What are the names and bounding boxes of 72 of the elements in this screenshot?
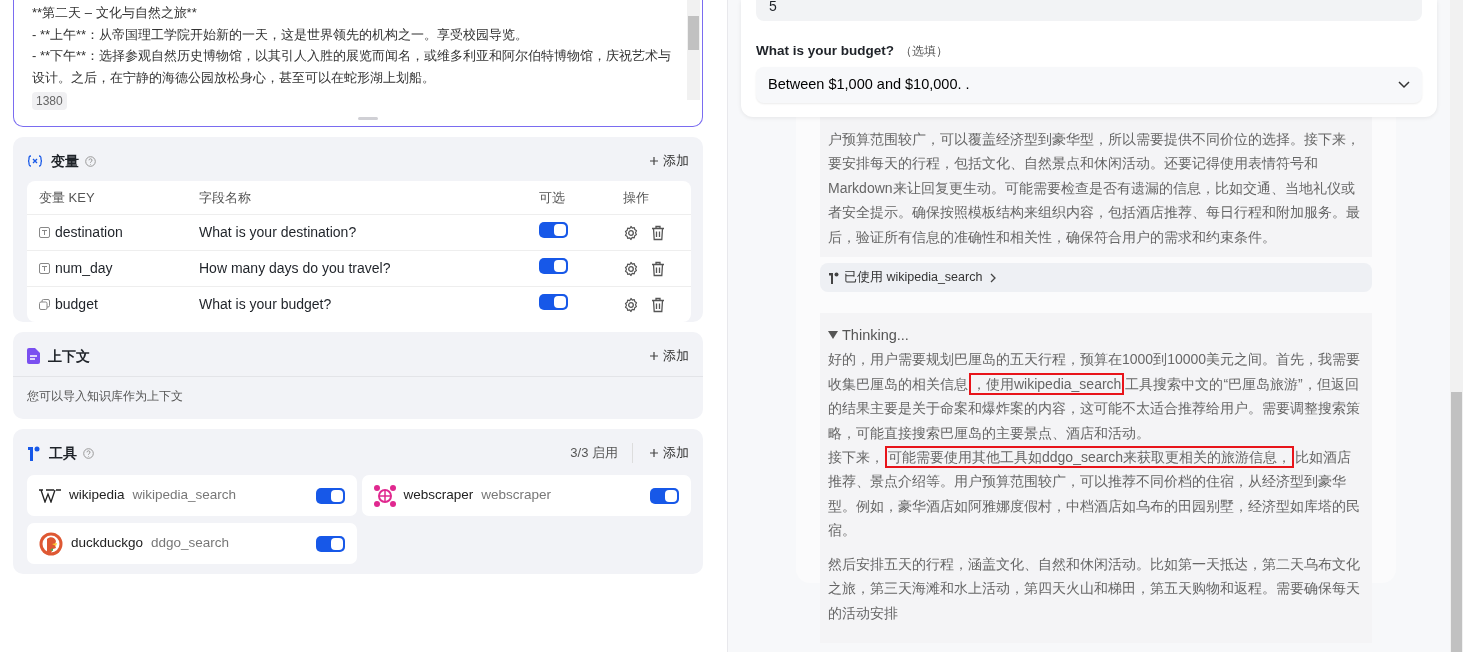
plus-icon [649, 351, 659, 361]
table-cell-text: How many days do you travel? [199, 259, 392, 278]
toggle-switch[interactable] [315, 535, 345, 552]
variable-key: budget [55, 294, 98, 315]
globe-network-icon [373, 484, 396, 507]
toggle-switch[interactable] [650, 487, 679, 504]
context-hint: 您可以导入知识库作为上下文 [13, 376, 703, 419]
plus-icon [649, 156, 659, 166]
tool-id: ddgo_search [151, 534, 230, 553]
scrollbar[interactable] [1450, 0, 1463, 652]
input-field[interactable]: 5 [756, 0, 1422, 21]
text-field-icon [39, 263, 50, 274]
tool-name: duckduckgo [71, 534, 144, 553]
thinking-text: 接下来， 可能需要使用其他工具如ddgo_search来获取更相关的旅游信息， 比如酒店推荐、景点介绍等。用户预算范围较广，可以推荐不同价档的住宿，从经济型到豪华型。例如，豪华酒店如阿雅娜度假村，中档酒店如乌布的田园别墅，经济型如库塔的民宿。 [828, 445, 1364, 543]
help-icon [85, 155, 96, 167]
delete-icon[interactable] [651, 296, 665, 313]
tool-icon [27, 445, 41, 461]
field-label: What is your budget? [756, 43, 894, 58]
section-title: 工具 [49, 443, 77, 463]
toggle-switch[interactable] [539, 293, 568, 310]
select-field[interactable]: Between $1,000 and $10,000. . [756, 67, 1422, 104]
table-cell-text: What is your destination? [199, 223, 358, 242]
add-button[interactable]: 添加 [649, 346, 689, 366]
delete-icon[interactable] [651, 260, 665, 277]
resize-handle[interactable] [358, 117, 378, 120]
thinking-text: 好的，用户需要规划巴厘岛的五天行程，预算在1000到10000美元之间。首先，我需要收集巴厘岛的相关信息 ，使用wikipedia_search 工具搜索中文的“巴厘岛旅游”，但返回的结果主要是关于命案和爆炸案的内容，这可能不太适合推荐给用户。需要调整搜索策略，可能直接搜索巴厘岛的主要景点、酒店和活动。 [828, 350, 1362, 443]
column-header: 字段名称 [199, 188, 252, 207]
settings-icon[interactable] [623, 224, 639, 241]
toggle-switch[interactable] [315, 487, 345, 504]
section-title: 变量 [51, 151, 79, 171]
character-count: 1380 [32, 92, 67, 110]
thinking-text: 然后安排五天的行程，涵盖文化、自然和休闲活动。比如第一天抵达，第二天乌布文化之旅，第三天海滩和水上活动，第四天火山和梯田，第五天购物和返程。需要确保每天的活动安排 [828, 554, 1361, 623]
chevron-down-icon [1398, 81, 1410, 90]
text-field-icon [39, 227, 50, 238]
duck-icon [39, 531, 63, 556]
section-title: 上下文 [48, 346, 90, 366]
copy-icon [39, 299, 50, 310]
tools-count: 3/3 启用 [570, 443, 633, 463]
tool-id: webscraper [481, 486, 552, 505]
add-button[interactable]: 添加 [649, 151, 689, 171]
triangle-icon[interactable] [828, 330, 838, 341]
optional-note: （选填） [900, 44, 948, 58]
chevron-right-icon [990, 272, 997, 283]
delete-icon[interactable] [651, 224, 665, 241]
variable-key: num_day [55, 258, 113, 279]
document-icon [27, 348, 40, 364]
wikipedia-icon [39, 488, 61, 503]
column-header: 变量 KEY [38, 188, 96, 207]
settings-icon[interactable] [623, 296, 639, 313]
tool-name: wikipedia [69, 486, 125, 505]
plus-icon [649, 448, 659, 458]
editor-line: - **下午**：选择参观自然历史博物馆，以其引人入胜的展览而闻名，或维多利亚和阿尔伯特博物馆，庆祝艺术与设计。之后，在宁静的海德公园放松身心，甚至可以在蛇形湖上划船。 [32, 47, 673, 87]
text-editor[interactable]: **第二天 – 文化与自然之旅** - **上午**：从帝国理工学院开始新的一天，这是世界领先的机构之一。享受校园导览。 - **下午**：选择参观自然历史博物馆，以其引人入胜的展览而闻名，或维多利亚和阿尔伯特博物馆，庆祝艺术与设计。之后，在宁静的海德公园放松身心，甚至可以在蛇形湖上划船。 1380 [13, 0, 703, 127]
column-header: 可选 [539, 188, 566, 207]
table-cell-text: What is your budget? [199, 295, 333, 314]
help-icon [83, 447, 94, 459]
toggle-switch[interactable] [539, 221, 568, 238]
scrollbar[interactable] [687, 0, 700, 100]
thinking-toggle[interactable]: Thinking... [842, 323, 909, 348]
tool-id: wikipedia_search [132, 486, 237, 505]
add-button[interactable]: 添加 [649, 443, 689, 463]
variable-key: destination [55, 222, 123, 243]
editor-line: - **上午**：从帝国理工学院开始新的一天，这是世界领先的机构之一。享受校园导览。 [32, 25, 530, 44]
toggle-switch[interactable] [539, 257, 568, 274]
thinking-text: 户预算范围较广，可以覆盖经济型到豪华型，所以需要提供不同价位的选择。接下来，要安排每天的行程，包括文化、自然景点和休闲活动。还要记得使用表情符号和Markdown来让回复更生动。可能需要检查是否有遗漏的信息，比如交通、当地礼仪或者安全提示。确保按照模板结构来组织内容，包括酒店推荐、每日行程和附加服务。最后，验证所有信息的准确性和相关性，确保符合用户的需求和约束条件。 [828, 130, 1361, 247]
tool-name: webscraper [403, 486, 474, 505]
tool-used-chip[interactable]: 已使用 wikipedia_search [820, 263, 1372, 293]
settings-icon[interactable] [623, 260, 639, 277]
variable-icon [27, 155, 43, 167]
editor-line: **第二天 – 文化与自然之旅** [32, 4, 198, 22]
tool-icon [828, 271, 840, 285]
column-header: 操作 [623, 188, 649, 207]
